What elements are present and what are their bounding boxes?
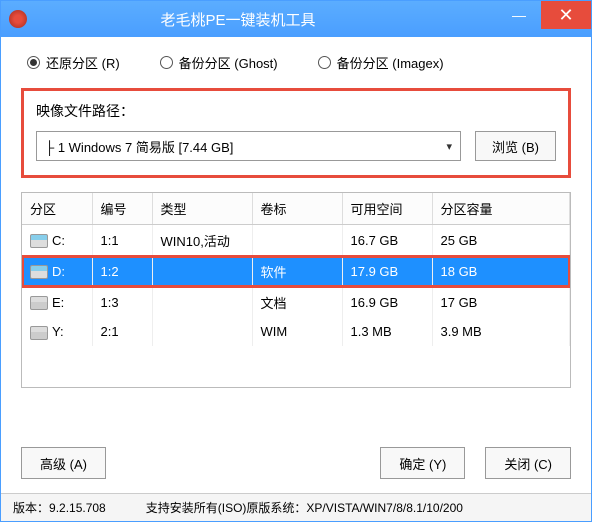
radio-label: 还原分区 (R) [46, 53, 120, 72]
cell-type [152, 287, 252, 318]
radio-icon [160, 56, 173, 69]
footer-buttons: 高级 (A) 确定 (Y) 关闭 (C) [21, 447, 571, 479]
minimize-button[interactable]: — [497, 1, 541, 29]
cell-number: 2:1 [92, 318, 152, 346]
main-window: 老毛桃PE一键装机工具 — ✕ 还原分区 (R) 备份分区 (Ghost) 备份… [0, 0, 592, 522]
cell-volume: 软件 [252, 256, 342, 287]
th-capacity[interactable]: 分区容量 [432, 193, 570, 225]
drive-icon [30, 326, 48, 340]
cell-volume: 文档 [252, 287, 342, 318]
path-row: ├ 1 Windows 7 简易版 [7.44 GB] ▾ 浏览 (B) [36, 131, 556, 161]
browse-button[interactable]: 浏览 (B) [475, 131, 556, 161]
table-row[interactable]: C:1:1WIN10,活动 16.7 GB25 GB [22, 225, 570, 257]
close-window-button[interactable]: ✕ [541, 1, 591, 29]
drive-icon [30, 234, 48, 248]
cell-type [152, 256, 252, 287]
statusbar: 版本：9.2.15.708 支持安装所有(ISO)原版系统：XP/VISTA/W… [1, 493, 591, 521]
version-text: 版本：9.2.15.708 [13, 499, 106, 516]
cell-free: 16.9 GB [342, 287, 432, 318]
radio-label: 备份分区 (Imagex) [337, 53, 444, 72]
dropdown-value: ├ 1 Windows 7 简易版 [7.44 GB] [45, 137, 233, 156]
close-button[interactable]: 关闭 (C) [485, 447, 571, 479]
drive-icon [30, 296, 48, 310]
path-label: 映像文件路径： [36, 101, 556, 121]
th-partition[interactable]: 分区 [22, 193, 92, 225]
mode-radio-group: 还原分区 (R) 备份分区 (Ghost) 备份分区 (Imagex) [21, 53, 571, 72]
cell-partition: E: [22, 287, 92, 318]
cell-type: WIN10,活动 [152, 225, 252, 257]
cell-volume [252, 225, 342, 257]
cell-capacity: 18 GB [432, 256, 570, 287]
th-volume[interactable]: 卷标 [252, 193, 342, 225]
radio-label: 备份分区 (Ghost) [179, 53, 278, 72]
cell-number: 1:1 [92, 225, 152, 257]
radio-icon [318, 56, 331, 69]
radio-backup-imagex[interactable]: 备份分区 (Imagex) [318, 53, 444, 72]
th-type[interactable]: 类型 [152, 193, 252, 225]
window-controls: — ✕ [497, 1, 591, 37]
cell-free: 16.7 GB [342, 225, 432, 257]
ok-button[interactable]: 确定 (Y) [380, 447, 465, 479]
image-path-section: 映像文件路径： ├ 1 Windows 7 简易版 [7.44 GB] ▾ 浏览… [21, 88, 571, 178]
chevron-down-icon: ▾ [447, 140, 453, 153]
cell-capacity: 17 GB [432, 287, 570, 318]
titlebar: 老毛桃PE一键装机工具 — ✕ [1, 1, 591, 37]
partition-table-wrap: 分区 编号 类型 卷标 可用空间 分区容量 C:1:1WIN10,活动 16.7 … [21, 192, 571, 388]
radio-restore[interactable]: 还原分区 (R) [27, 53, 120, 72]
table-row[interactable]: D:1:2 软件17.9 GB18 GB [22, 256, 570, 287]
cell-number: 1:2 [92, 256, 152, 287]
table-row[interactable]: Y:2:1 WIM1.3 MB3.9 MB [22, 318, 570, 346]
cell-number: 1:3 [92, 287, 152, 318]
footer-right: 确定 (Y) 关闭 (C) [380, 447, 571, 479]
radio-backup-ghost[interactable]: 备份分区 (Ghost) [160, 53, 278, 72]
cell-volume: WIM [252, 318, 342, 346]
content-area: 还原分区 (R) 备份分区 (Ghost) 备份分区 (Imagex) 映像文件… [1, 37, 591, 388]
partition-table: 分区 编号 类型 卷标 可用空间 分区容量 C:1:1WIN10,活动 16.7 … [22, 193, 570, 346]
radio-icon [27, 56, 40, 69]
th-number[interactable]: 编号 [92, 193, 152, 225]
advanced-button[interactable]: 高级 (A) [21, 447, 106, 479]
table-header-row: 分区 编号 类型 卷标 可用空间 分区容量 [22, 193, 570, 225]
cell-capacity: 25 GB [432, 225, 570, 257]
table-row[interactable]: E:1:3 文档16.9 GB17 GB [22, 287, 570, 318]
th-free[interactable]: 可用空间 [342, 193, 432, 225]
cell-free: 1.3 MB [342, 318, 432, 346]
support-text: 支持安装所有(ISO)原版系统：XP/VISTA/WIN7/8/8.1/10/2… [146, 499, 463, 516]
image-path-dropdown[interactable]: ├ 1 Windows 7 简易版 [7.44 GB] ▾ [36, 131, 461, 161]
cell-partition: C: [22, 225, 92, 257]
cell-partition: Y: [22, 318, 92, 346]
cell-free: 17.9 GB [342, 256, 432, 287]
cell-partition: D: [22, 256, 92, 287]
cell-capacity: 3.9 MB [432, 318, 570, 346]
drive-icon [30, 265, 48, 279]
cell-type [152, 318, 252, 346]
window-title: 老毛桃PE一键装机工具 [0, 9, 497, 30]
